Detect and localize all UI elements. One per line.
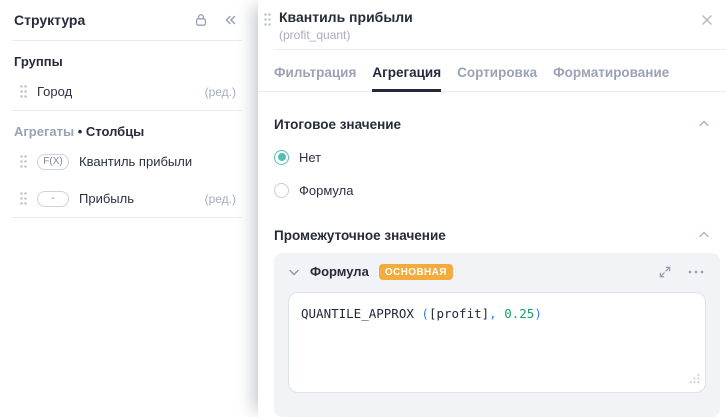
chevron-down-icon[interactable] bbox=[288, 266, 300, 278]
total-value-section-header: Итоговое значение bbox=[258, 117, 726, 132]
edit-link[interactable]: (ред.) bbox=[205, 85, 236, 99]
aggregates-label: Агрегаты bbox=[14, 124, 75, 139]
code-function: QUANTILE_APPROX bbox=[301, 305, 422, 321]
aggregate-item-quantile[interactable]: F(X) Квантиль прибыли bbox=[0, 143, 250, 180]
code-comma: , bbox=[489, 305, 505, 321]
formula-type-badge: F(X) bbox=[37, 153, 69, 170]
drag-handle-icon[interactable] bbox=[20, 155, 27, 168]
field-settings-panel: Квантиль прибыли (profit_quant) Фильтрац… bbox=[258, 0, 726, 417]
formula-card-header: Формула ОСНОВНАЯ bbox=[288, 263, 706, 280]
formula-code-line: QUANTILE_APPROX ([profit], 0.25) bbox=[301, 306, 693, 321]
main-badge: ОСНОВНАЯ bbox=[378, 263, 453, 280]
more-options-icon[interactable] bbox=[688, 270, 704, 274]
tab-aggregation[interactable]: Агрегация bbox=[372, 65, 441, 92]
panel-header: Квантиль прибыли (profit_quant) bbox=[258, 0, 726, 42]
aggregates-columns-label: Агрегаты • Столбцы bbox=[0, 111, 250, 143]
radio-label: Формула bbox=[299, 182, 354, 198]
code-number: 0.25 bbox=[504, 305, 535, 321]
radio-option-none[interactable]: Нет bbox=[258, 149, 726, 165]
formula-editor[interactable]: QUANTILE_APPROX ([profit], 0.25) bbox=[288, 291, 706, 393]
dataset-field-editor: Структура Группы Город (ред.) Агрегаты •… bbox=[0, 0, 726, 417]
divider bbox=[12, 217, 242, 218]
drag-handle-icon[interactable] bbox=[20, 192, 27, 205]
tab-formatting[interactable]: Форматирование bbox=[553, 65, 669, 91]
lock-icon[interactable] bbox=[193, 12, 209, 28]
tab-filtering[interactable]: Фильтрация bbox=[274, 65, 356, 91]
column-item-profit[interactable]: - Прибыль (ред.) bbox=[0, 180, 250, 217]
radio-unchecked-icon[interactable] bbox=[274, 182, 289, 198]
resize-handle-icon[interactable] bbox=[689, 372, 700, 387]
code-paren: ( bbox=[421, 305, 429, 321]
radio-label: Нет bbox=[299, 149, 322, 165]
edit-link[interactable]: (ред.) bbox=[205, 192, 236, 206]
field-title: Квантиль прибыли bbox=[279, 9, 413, 25]
chevron-up-icon[interactable] bbox=[698, 118, 710, 130]
drag-handle-icon[interactable] bbox=[264, 13, 271, 26]
drag-handle-icon[interactable] bbox=[20, 85, 27, 98]
column-type-badge: - bbox=[37, 190, 69, 207]
intermediate-value-title: Промежуточное значение bbox=[274, 227, 446, 243]
aggregate-item-label: Квантиль прибыли bbox=[79, 154, 193, 169]
dot-separator: • bbox=[74, 124, 86, 139]
sidebar-header: Структура bbox=[0, 0, 250, 40]
collapse-sidebar-icon[interactable] bbox=[223, 13, 238, 27]
radio-checked-icon[interactable] bbox=[274, 149, 289, 165]
field-id: (profit_quant) bbox=[279, 28, 351, 42]
close-icon[interactable] bbox=[698, 10, 716, 34]
formula-label: Формула bbox=[310, 264, 369, 280]
tab-sorting[interactable]: Сортировка bbox=[457, 65, 537, 91]
total-value-title: Итоговое значение bbox=[274, 116, 402, 132]
formula-card: Формула ОСНОВНАЯ QUANTILE_APPROX ([profi… bbox=[274, 252, 720, 417]
expand-icon[interactable] bbox=[658, 265, 672, 279]
groups-section-label: Группы bbox=[14, 54, 63, 69]
code-argument: [profit] bbox=[428, 305, 490, 321]
settings-tabs: Фильтрация Агрегация Сортировка Форматир… bbox=[258, 50, 726, 92]
structure-sidebar: Структура Группы Город (ред.) Агрегаты •… bbox=[0, 0, 250, 417]
columns-label: Столбцы bbox=[85, 124, 145, 139]
radio-option-formula[interactable]: Формула bbox=[258, 182, 726, 198]
code-paren: ) bbox=[534, 305, 542, 321]
chevron-up-icon[interactable] bbox=[698, 229, 710, 241]
group-item-city[interactable]: Город (ред.) bbox=[0, 73, 250, 110]
intermediate-value-section-header: Промежуточное значение bbox=[258, 228, 726, 243]
group-item-label: Город bbox=[37, 84, 73, 99]
column-item-label: Прибыль bbox=[79, 191, 134, 206]
sidebar-title: Структура bbox=[14, 12, 86, 28]
